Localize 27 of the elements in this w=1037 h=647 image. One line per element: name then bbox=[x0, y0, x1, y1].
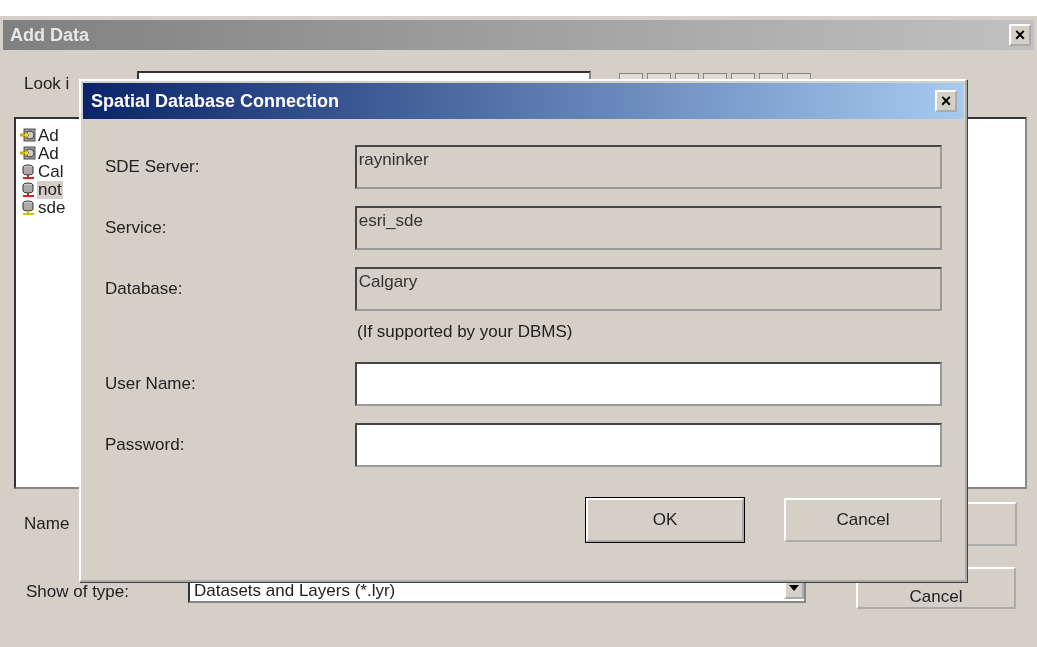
window-title: Add Data bbox=[10, 24, 89, 46]
close-button[interactable]: × bbox=[935, 90, 957, 112]
cancel-button[interactable]: Cancel bbox=[784, 498, 942, 542]
add-connection-icon bbox=[20, 128, 36, 144]
file-item[interactable]: Cal bbox=[37, 163, 65, 181]
field-label: User Name: bbox=[105, 374, 197, 394]
file-item[interactable]: sde bbox=[37, 199, 67, 217]
file-item[interactable]: Ad bbox=[37, 127, 60, 145]
input-field[interactable] bbox=[354, 423, 942, 467]
close-button[interactable]: × bbox=[1009, 24, 1031, 46]
field-label: Service: bbox=[105, 218, 168, 238]
database-icon bbox=[20, 182, 36, 198]
ok-button[interactable]: OK bbox=[586, 498, 744, 542]
name-label: Name bbox=[24, 514, 70, 534]
field-label: SDE Server: bbox=[105, 157, 201, 177]
hint-text: (If supported by your DBMS) bbox=[357, 322, 574, 343]
database-icon bbox=[20, 164, 36, 180]
add-connection-icon bbox=[20, 146, 36, 162]
dialog-title: Spatial Database Connection bbox=[91, 90, 340, 112]
look-in-label: Look i bbox=[24, 73, 71, 94]
field-label: Password: bbox=[105, 435, 186, 455]
input-field[interactable] bbox=[354, 362, 942, 406]
database-icon bbox=[20, 200, 36, 216]
field-label: Database: bbox=[105, 279, 184, 299]
show-type-label: Show of type: bbox=[26, 581, 130, 602]
file-item[interactable]: Ad bbox=[37, 145, 60, 163]
file-item[interactable]: not bbox=[37, 181, 63, 199]
